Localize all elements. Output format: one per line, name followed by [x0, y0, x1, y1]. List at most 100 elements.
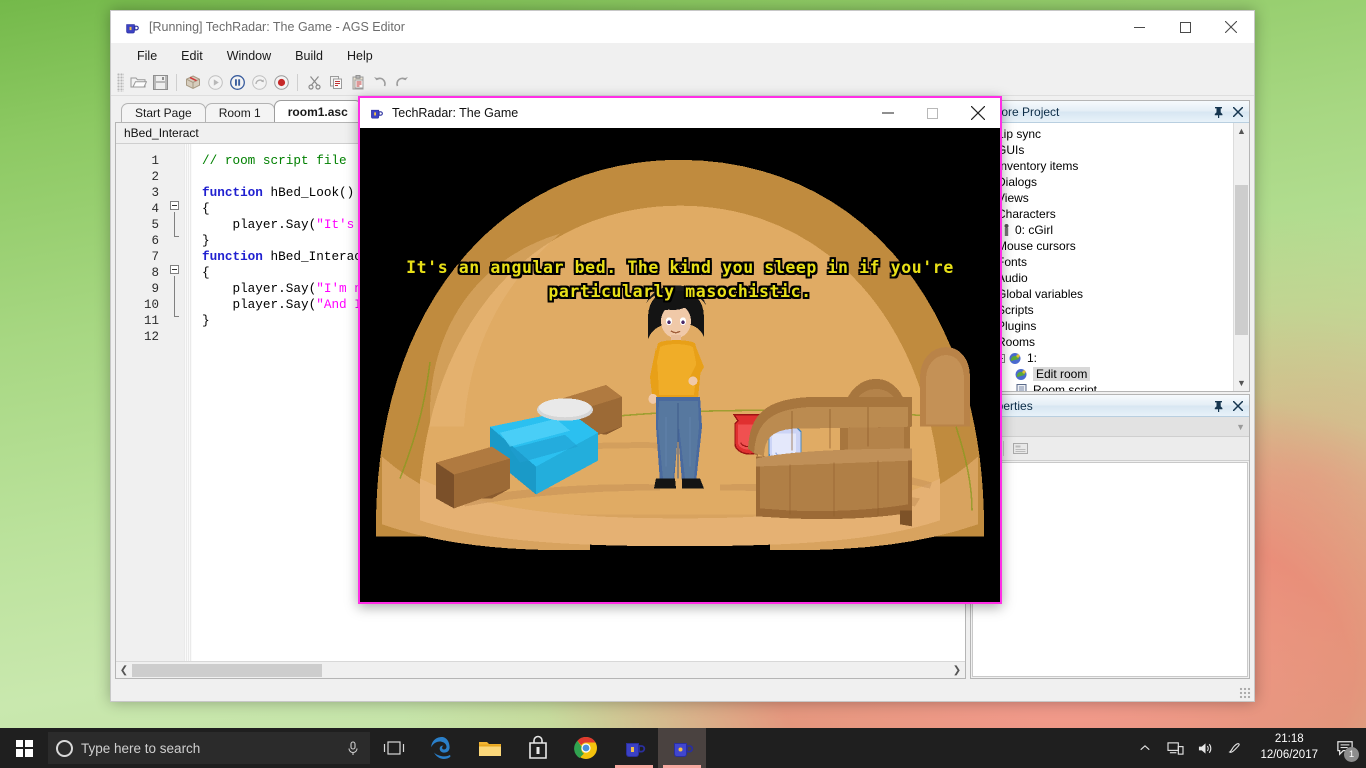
- start-button[interactable]: [0, 728, 48, 768]
- pin-icon[interactable]: [1210, 397, 1227, 414]
- save-button[interactable]: [149, 71, 171, 93]
- properties-grid[interactable]: [972, 462, 1248, 677]
- windows-taskbar: Type here to search 21:18 12/06/2017 1: [0, 728, 1366, 768]
- tree-vertical-scrollbar[interactable]: ▲ ▼: [1233, 123, 1249, 391]
- tree-item-views[interactable]: Views: [973, 190, 1233, 206]
- line-number: 11: [143, 314, 159, 328]
- game-close-button[interactable]: [955, 98, 1000, 128]
- toolbar-grip[interactable]: [117, 72, 124, 92]
- run-button[interactable]: [204, 71, 226, 93]
- maximize-button[interactable]: [1162, 11, 1208, 43]
- fold-toggle-line8[interactable]: [170, 265, 179, 274]
- tree-item-guis[interactable]: GUI GUIs: [973, 142, 1233, 158]
- tree-item-scripts[interactable]: Scripts: [973, 302, 1233, 318]
- network-icon[interactable]: [1160, 728, 1190, 768]
- scroll-left-arrow[interactable]: ❮: [116, 662, 132, 678]
- scroll-down-arrow[interactable]: ▼: [1234, 375, 1249, 391]
- code-line-6: }: [202, 233, 210, 248]
- code-folding-margin[interactable]: [166, 144, 184, 661]
- taskbar-app-ags-game[interactable]: [658, 728, 706, 768]
- menu-help[interactable]: Help: [335, 45, 385, 67]
- package-icon: [186, 74, 200, 89]
- tab-room-1[interactable]: Room 1: [204, 103, 275, 122]
- fold-toggle-line4[interactable]: [170, 201, 179, 210]
- pin-icon[interactable]: [1210, 103, 1227, 120]
- game-titlebar[interactable]: TechRadar: The Game: [360, 98, 1000, 128]
- tree-item-room-1[interactable]: 1:: [973, 350, 1233, 366]
- tree-item-edit-room[interactable]: Edit room: [973, 366, 1233, 382]
- redo-button[interactable]: [391, 71, 413, 93]
- pause-button[interactable]: [226, 71, 248, 93]
- game-minimize-button[interactable]: [865, 98, 910, 128]
- project-tree[interactable]: Lip sync GUI GUIs Inventory items: [971, 123, 1249, 391]
- volume-icon[interactable]: [1190, 728, 1220, 768]
- pen-icon[interactable]: [1220, 728, 1250, 768]
- resize-grip[interactable]: [1239, 687, 1251, 699]
- editor-titlebar[interactable]: [Running] TechRadar: The Game - AGS Edit…: [111, 11, 1254, 43]
- tree-item-label: 0: cGirl: [1015, 223, 1054, 237]
- search-input[interactable]: Type here to search: [48, 732, 370, 764]
- game-viewport[interactable]: It's an angular bed. The kind you sleep …: [360, 128, 1000, 602]
- paste-button[interactable]: [347, 71, 369, 93]
- margin-stripe: [184, 144, 192, 661]
- taskbar-clock[interactable]: 21:18 12/06/2017: [1250, 728, 1328, 768]
- tab-start-page[interactable]: Start Page: [121, 103, 206, 122]
- microphone-icon[interactable]: [346, 741, 360, 757]
- task-view-button[interactable]: [370, 728, 418, 768]
- tree-item-inventory-items[interactable]: Inventory items: [973, 158, 1233, 174]
- ags-mug-icon: [123, 19, 140, 36]
- build-button[interactable]: [182, 71, 204, 93]
- paste-icon: [352, 74, 363, 89]
- tab-label: room1.asc: [287, 104, 348, 119]
- scroll-track[interactable]: [132, 662, 949, 678]
- scroll-up-arrow[interactable]: ▲: [1234, 123, 1249, 139]
- minimize-icon: [881, 112, 894, 114]
- code-horizontal-scrollbar[interactable]: ❮ ❯: [116, 661, 965, 678]
- menu-edit[interactable]: Edit: [169, 45, 215, 67]
- game-window: TechRadar: The Game It's an angular bed.…: [358, 96, 1002, 604]
- taskbar-app-edge[interactable]: [418, 728, 466, 768]
- tree-item-room-script[interactable]: Room script: [973, 382, 1233, 391]
- tree-item-characters[interactable]: Characters: [973, 206, 1233, 222]
- notification-center-button[interactable]: 1: [1328, 728, 1362, 768]
- tree-item-rooms[interactable]: Rooms: [973, 334, 1233, 350]
- tab-room1-asc[interactable]: room1.asc: [273, 100, 362, 122]
- taskbar-app-file-explorer[interactable]: [466, 728, 514, 768]
- tree-item-cgirl[interactable]: 0: cGirl: [973, 222, 1233, 238]
- tree-item-dialogs[interactable]: Dialogs: [973, 174, 1233, 190]
- property-pages-button[interactable]: [1010, 439, 1030, 458]
- tree-item-global-variables[interactable]: Global variables: [973, 286, 1233, 302]
- open-button[interactable]: [127, 71, 149, 93]
- menu-window[interactable]: Window: [215, 45, 283, 67]
- chevron-down-icon[interactable]: ▼: [1236, 422, 1245, 432]
- close-icon[interactable]: [1229, 397, 1246, 414]
- cut-button[interactable]: [303, 71, 325, 93]
- explore-panel-header: Explore Project: [971, 101, 1249, 123]
- scroll-thumb[interactable]: [132, 663, 322, 677]
- taskbar-app-chrome[interactable]: [562, 728, 610, 768]
- minimize-button[interactable]: [1116, 11, 1162, 43]
- game-maximize-button[interactable]: [910, 98, 955, 128]
- line-number-gutter: 1 2 3 4 5 6 7 8 9 10 11 12: [116, 144, 166, 661]
- scroll-right-arrow[interactable]: ❯: [949, 662, 965, 678]
- tree-item-fonts[interactable]: AB Fonts: [973, 254, 1233, 270]
- properties-object-selector[interactable]: ▼: [971, 417, 1249, 437]
- stop-button[interactable]: [270, 71, 292, 93]
- taskbar-app-ags-editor[interactable]: [610, 728, 658, 768]
- show-hidden-icons-button[interactable]: [1130, 728, 1160, 768]
- tree-item-mouse-cursors[interactable]: Mouse cursors: [973, 238, 1233, 254]
- menu-build[interactable]: Build: [283, 45, 335, 67]
- tree-item-plugins[interactable]: Plugins: [973, 318, 1233, 334]
- close-button[interactable]: [1208, 11, 1254, 43]
- taskbar-app-microsoft-store[interactable]: [514, 728, 562, 768]
- tree-item-lip-sync[interactable]: Lip sync: [973, 126, 1233, 142]
- right-dock: Explore Project Lip sync GUIs Inventory …: [970, 96, 1254, 683]
- close-icon[interactable]: [1229, 103, 1246, 120]
- undo-button[interactable]: [369, 71, 391, 93]
- step-button[interactable]: [248, 71, 270, 93]
- copy-button[interactable]: [325, 71, 347, 93]
- scroll-thumb[interactable]: [1235, 185, 1248, 335]
- tree-item-audio[interactable]: Audio: [973, 270, 1233, 286]
- notification-badge: 1: [1344, 747, 1359, 762]
- menu-file[interactable]: File: [125, 45, 169, 67]
